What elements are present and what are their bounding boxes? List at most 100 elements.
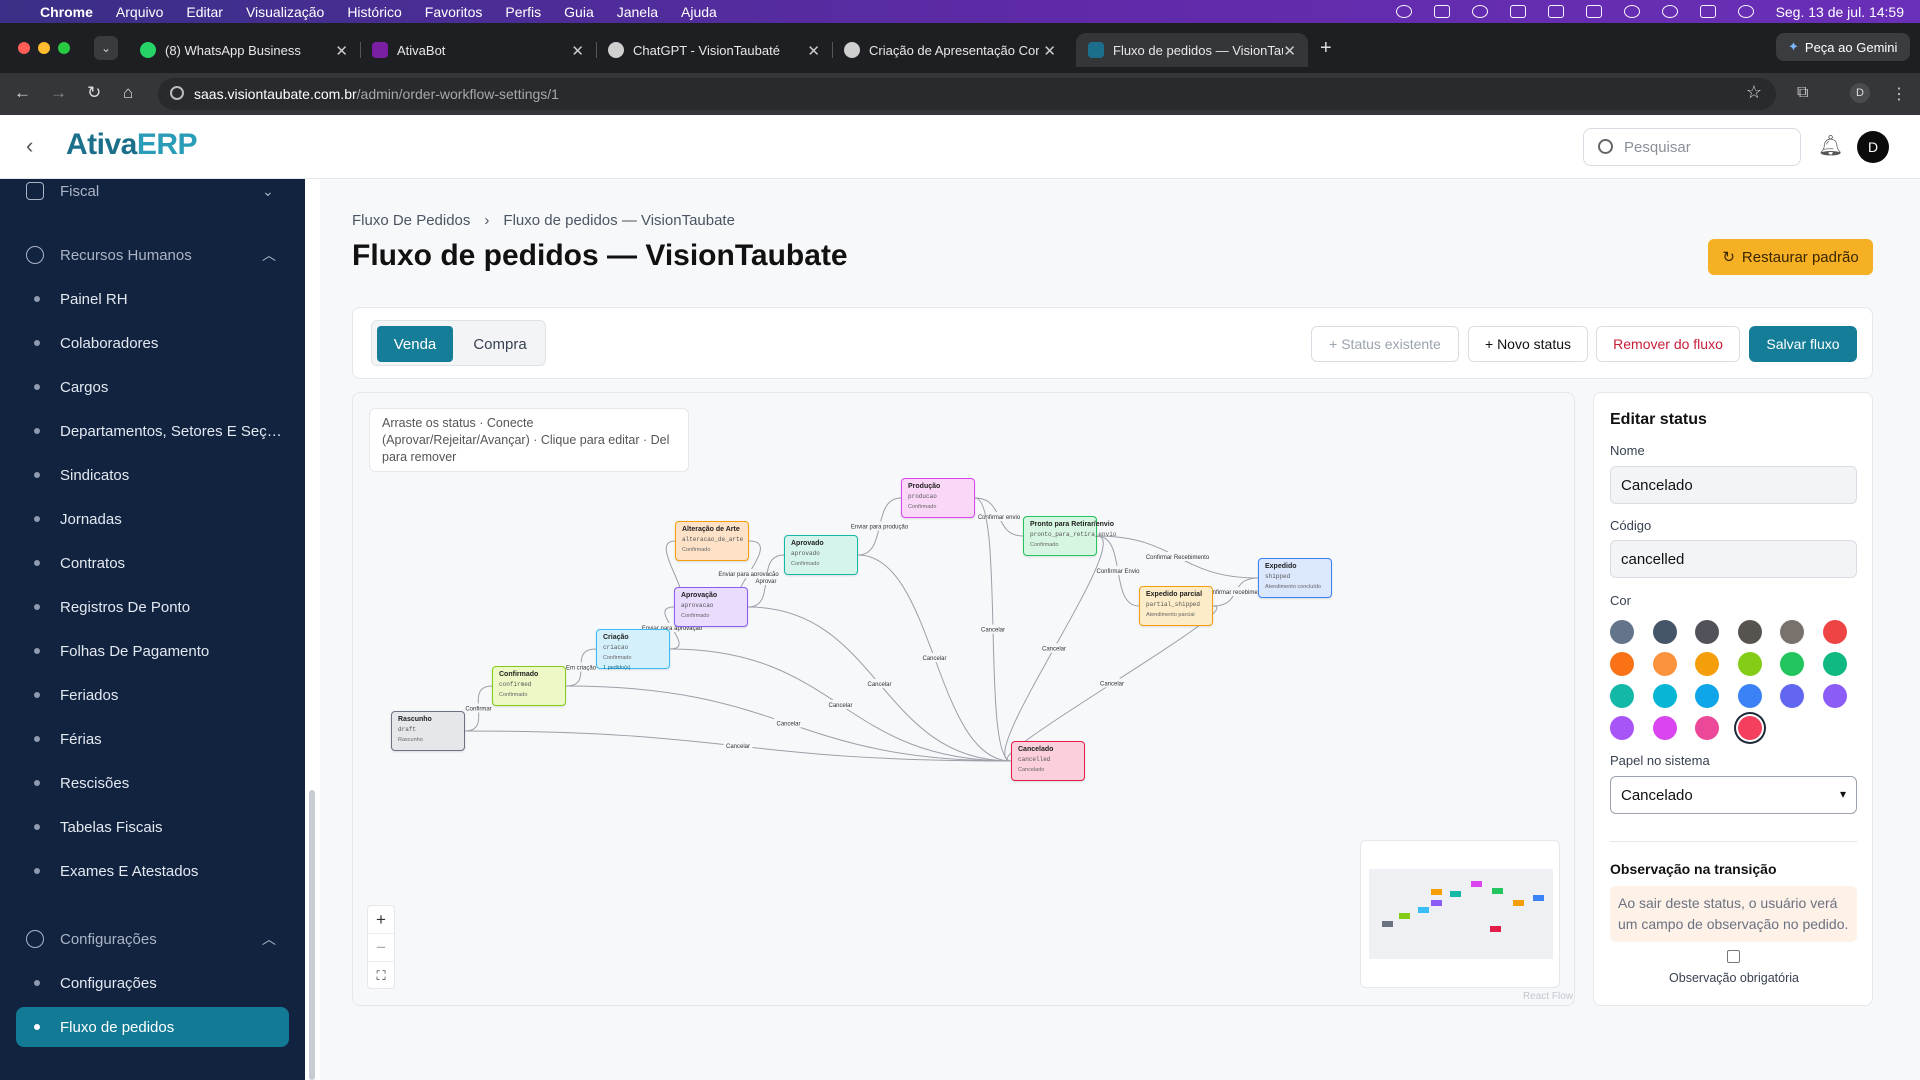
color-swatch[interactable] [1822, 684, 1847, 708]
wifi-icon[interactable] [1623, 5, 1640, 18]
color-swatch[interactable] [1610, 716, 1634, 740]
tab-whatsapp[interactable]: (8) WhatsApp Business ✕ [128, 33, 361, 67]
color-swatch[interactable] [1652, 684, 1677, 708]
close-tab-icon[interactable]: ✕ [807, 42, 820, 60]
sidebar-section-fiscal[interactable]: Fiscal ⌄ [0, 179, 305, 211]
new-status-button[interactable]: + Novo status [1468, 326, 1588, 362]
forward-arrow-icon[interactable]: → [50, 83, 67, 103]
minimize-window-icon[interactable] [38, 42, 50, 54]
color-swatch[interactable] [1737, 684, 1762, 708]
color-swatch[interactable] [1780, 684, 1804, 708]
color-swatch[interactable] [1737, 620, 1762, 644]
sidebar-item-configuracoes[interactable]: Configurações [16, 963, 289, 1003]
flow-canvas[interactable]: Arraste os status · Conecte (Aprovar/Rej… [352, 392, 1575, 1006]
home-icon[interactable]: ⌂ [123, 83, 133, 103]
sidebar-item-painel-rh[interactable]: Painel RH [16, 279, 289, 319]
sidebar-item-folhas-de-pagamento[interactable]: Folhas De Pagamento [16, 631, 289, 671]
sidebar-item-contratos[interactable]: Contratos [16, 543, 289, 583]
flow-node-alteracao[interactable]: Alteração de Arte alteracao_de_arte Confir… [675, 521, 749, 561]
flow-node-draft[interactable]: Rascunho draft Rascunho [391, 711, 465, 751]
search-input[interactable]: Pesquisar [1583, 128, 1801, 166]
save-flow-button[interactable]: Salvar fluxo [1749, 326, 1857, 362]
react-flow-attribution[interactable]: React Flow [1523, 991, 1573, 1002]
flow-node-criacao[interactable]: Criação criacao Confirmado 1 pedido(s) [596, 629, 670, 671]
tab-criacao-apresentacao[interactable]: Criação de Apresentação Cor ✕ [832, 33, 1068, 67]
menubar-datetime[interactable]: Seg. 13 de jul. 14:59 [1776, 4, 1904, 20]
color-swatch[interactable] [1737, 716, 1762, 740]
color-swatch[interactable] [1695, 716, 1719, 740]
breadcrumb-link[interactable]: Fluxo De Pedidos [352, 212, 470, 229]
display-icon[interactable] [1509, 5, 1526, 18]
siri-icon[interactable] [1737, 5, 1754, 18]
close-tab-icon[interactable]: ✕ [335, 42, 348, 60]
tab-fluxo-pedidos[interactable]: Fluxo de pedidos — VisionTau ✕ [1076, 33, 1308, 67]
remove-from-flow-button[interactable]: Remover do fluxo [1596, 326, 1740, 362]
role-select[interactable]: Cancelado ▾ [1610, 776, 1857, 814]
color-swatch[interactable] [1695, 620, 1719, 644]
status-icon[interactable] [1395, 5, 1412, 18]
tab-search-chevron-icon[interactable]: ⌄ [94, 36, 118, 60]
flow-node-producao[interactable]: Produção producao Confirmado [901, 478, 975, 518]
close-window-icon[interactable] [18, 42, 30, 54]
shield-icon[interactable] [1433, 5, 1450, 18]
venda-tab[interactable]: Venda [377, 326, 453, 362]
sidebar-item-jornadas[interactable]: Jornadas [16, 499, 289, 539]
user-avatar[interactable]: D [1857, 131, 1889, 163]
maximize-window-icon[interactable] [58, 42, 70, 54]
window-icon[interactable] [1547, 5, 1564, 18]
color-swatch[interactable] [1610, 652, 1634, 676]
sidebar-item-rescisoes[interactable]: Rescisões [16, 763, 289, 803]
sidebar-item-exames-e-atestados[interactable]: Exames E Atestados [16, 851, 289, 891]
sidebar-section-rh[interactable]: Recursos Humanos ︿ [0, 235, 305, 275]
color-swatch[interactable] [1695, 652, 1719, 676]
color-swatch[interactable] [1695, 684, 1719, 708]
sidebar-item-ferias[interactable]: Férias [16, 719, 289, 759]
flow-node-aprovado[interactable]: Aprovado aprovado Confirmado [784, 535, 858, 575]
control-center-icon[interactable] [1699, 5, 1716, 18]
address-bar[interactable]: saas.visiontaubate.com.br/admin/order-wo… [158, 78, 1776, 110]
menu-historico[interactable]: Histórico [347, 4, 401, 20]
back-chevron-icon[interactable]: ‹ [26, 133, 33, 159]
close-tab-icon[interactable]: ✕ [1043, 42, 1056, 60]
chrome-profile-avatar[interactable]: D [1850, 83, 1870, 103]
minimap[interactable] [1360, 840, 1560, 988]
menu-favoritos[interactable]: Favoritos [425, 4, 483, 20]
code-input[interactable]: cancelled [1610, 540, 1857, 578]
color-swatch[interactable] [1822, 652, 1847, 676]
menu-guia[interactable]: Guia [564, 4, 594, 20]
reload-icon[interactable]: ↻ [87, 83, 101, 103]
flow-node-pronto[interactable]: Pronto para Retirar/envio pronto_para_ret… [1023, 516, 1116, 556]
sidebar-item-departamentos-setores-e-secoes[interactable]: Departamentos, Setores E Seções [16, 411, 289, 451]
flow-node-confirmed[interactable]: Confirmado confirmed Confirmado [492, 666, 566, 706]
menu-app-name[interactable]: Chrome [40, 4, 93, 20]
tab-chatgpt[interactable]: ChatGPT - VisionTaubaté ✕ [596, 33, 833, 67]
name-input[interactable]: Cancelado [1610, 466, 1857, 504]
tab-ativabot[interactable]: AtivaBot ✕ [360, 33, 597, 67]
site-info-icon[interactable] [170, 86, 184, 100]
color-swatch[interactable] [1780, 620, 1804, 644]
ativa-erp-logo[interactable]: AtivaERP [66, 128, 198, 162]
compra-tab[interactable]: Compra [458, 326, 542, 362]
sidebar-scrollbar[interactable] [309, 790, 315, 1080]
bookmark-star-icon[interactable]: ☆ [1746, 82, 1762, 103]
zoom-out-button[interactable]: − [368, 934, 394, 962]
zoom-in-button[interactable]: + [368, 906, 394, 934]
sidebar-item-sindicatos[interactable]: Sindicatos [16, 455, 289, 495]
color-swatch[interactable] [1652, 716, 1677, 740]
required-note-checkbox[interactable] [1727, 950, 1740, 963]
color-swatch[interactable] [1737, 652, 1762, 676]
new-tab-icon[interactable]: + [1320, 37, 1332, 60]
color-swatch[interactable] [1652, 620, 1677, 644]
restore-default-button[interactable]: ↻ Restaurar padrão [1708, 239, 1873, 275]
color-swatch[interactable] [1652, 652, 1677, 676]
menu-visualizacao[interactable]: Visualização [246, 4, 324, 20]
gemini-button[interactable]: ✦ Peça ao Gemini [1776, 33, 1910, 61]
sidebar-item-registros-de-ponto[interactable]: Registros De Ponto [16, 587, 289, 627]
menu-janela[interactable]: Janela [617, 4, 658, 20]
back-arrow-icon[interactable]: ← [14, 83, 31, 103]
menu-arquivo[interactable]: Arquivo [116, 4, 163, 20]
menu-editar[interactable]: Editar [186, 4, 223, 20]
color-swatch[interactable] [1780, 652, 1804, 676]
sidebar-section-configuracoes[interactable]: Configurações ︿ [0, 919, 305, 959]
fit-view-button[interactable]: ⛶ [368, 962, 394, 990]
